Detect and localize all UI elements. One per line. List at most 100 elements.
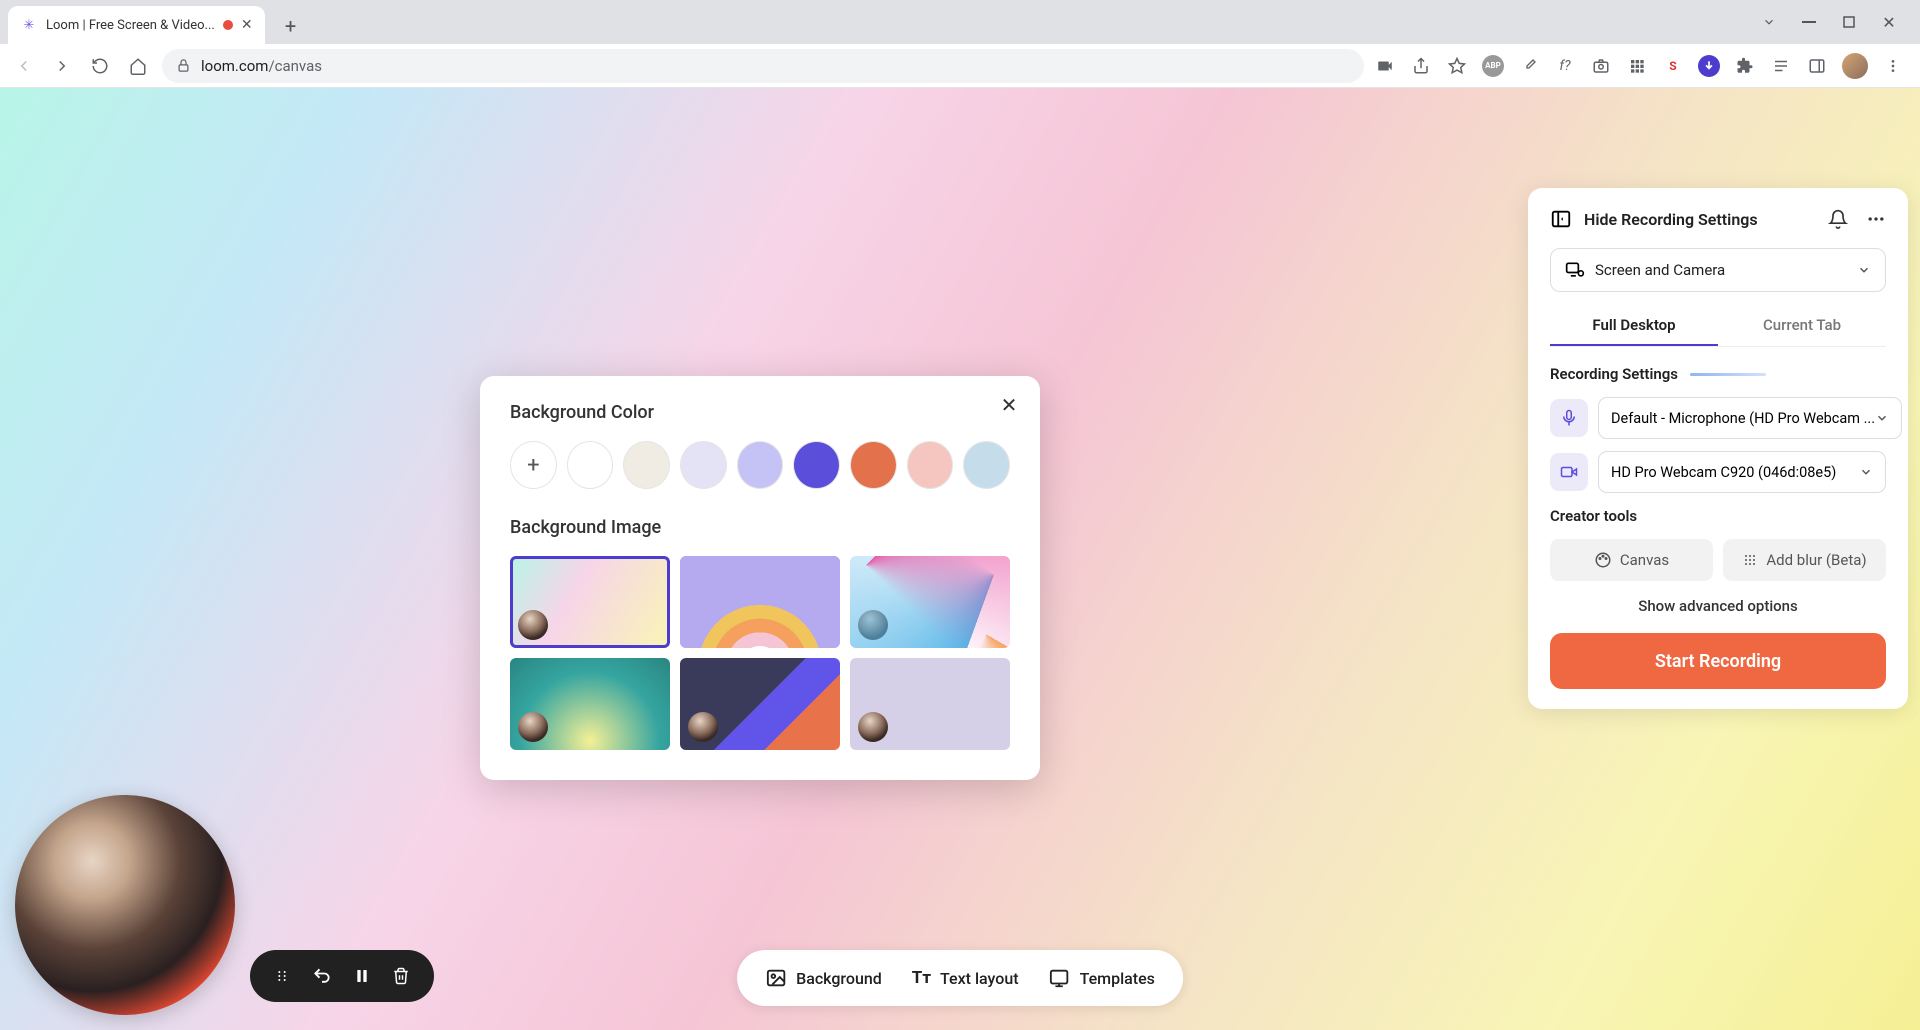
panel-title: Hide Recording Settings xyxy=(1584,210,1758,229)
sidepanel-icon[interactable] xyxy=(1806,55,1828,77)
recording-settings-heading: Recording Settings xyxy=(1550,365,1886,383)
url-input[interactable]: loom.com/canvas xyxy=(162,49,1364,83)
chevron-down-icon xyxy=(1875,411,1889,425)
bg-image-tile[interactable] xyxy=(680,556,840,648)
nav-forward-button[interactable] xyxy=(48,52,76,80)
text-layout-label: Text layout xyxy=(940,969,1019,988)
bg-image-tile[interactable] xyxy=(850,658,1010,750)
window-maximize-icon[interactable] xyxy=(1840,13,1858,31)
bg-image-tile[interactable] xyxy=(850,556,1010,648)
add-color-button[interactable]: + xyxy=(510,441,557,489)
color-swatch[interactable] xyxy=(680,441,727,489)
undo-icon[interactable] xyxy=(312,966,332,986)
chevron-down-icon xyxy=(1857,263,1871,277)
tab-close-icon[interactable]: ✕ xyxy=(241,17,253,33)
chevron-down-icon xyxy=(1859,465,1873,479)
avatar-icon xyxy=(518,610,548,640)
bg-color-heading: Background Color xyxy=(510,402,1010,423)
bell-icon[interactable] xyxy=(1828,209,1848,229)
nav-back-button[interactable] xyxy=(10,52,38,80)
trash-icon[interactable] xyxy=(392,966,410,986)
apps-grid-icon[interactable] xyxy=(1626,55,1648,77)
download-icon[interactable] xyxy=(1698,55,1720,77)
bg-image-tile[interactable] xyxy=(680,658,840,750)
nav-home-button[interactable] xyxy=(124,52,152,80)
blur-icon xyxy=(1742,552,1758,568)
recording-dot-icon xyxy=(223,20,233,30)
browser-tab[interactable]: ✳ Loom | Free Screen & Video... ✕ xyxy=(8,6,265,44)
capture-tabs: Full Desktop Current Tab xyxy=(1550,306,1886,347)
camera-device-icon[interactable] xyxy=(1550,453,1588,491)
more-icon[interactable] xyxy=(1866,209,1886,229)
background-popup: ✕ Background Color + Background Image xyxy=(480,376,1040,780)
color-swatch[interactable] xyxy=(737,441,784,489)
templates-label: Templates xyxy=(1080,969,1155,988)
window-minimize-icon[interactable] xyxy=(1800,13,1818,31)
lock-icon xyxy=(176,58,191,73)
avatar-icon xyxy=(858,712,888,742)
background-tab[interactable]: Background xyxy=(765,967,882,989)
drag-handle-icon[interactable] xyxy=(274,968,290,984)
profile-avatar[interactable] xyxy=(1842,53,1868,79)
window-close-icon[interactable]: ✕ xyxy=(1880,13,1898,31)
nav-reload-button[interactable] xyxy=(86,52,114,80)
canvas-toolbar: Background Tт Text layout Templates xyxy=(737,950,1183,1006)
microphone-select[interactable]: Default - Microphone (HD Pro Webcam ... xyxy=(1598,397,1902,439)
tab-current-tab[interactable]: Current Tab xyxy=(1718,306,1886,346)
templates-icon xyxy=(1049,967,1071,989)
palette-icon xyxy=(1594,551,1612,569)
adblock-icon[interactable]: ABP xyxy=(1482,55,1504,77)
color-swatch[interactable] xyxy=(907,441,954,489)
chrome-menu-icon[interactable] xyxy=(1882,55,1904,77)
eyedropper-icon[interactable] xyxy=(1518,55,1540,77)
url-host: loom.com xyxy=(201,57,268,75)
canvas-tool-button[interactable]: Canvas xyxy=(1550,539,1713,581)
background-label: Background xyxy=(796,969,882,988)
puzzle-icon[interactable] xyxy=(1734,55,1756,77)
creator-tools-heading: Creator tools xyxy=(1550,507,1886,525)
address-bar: loom.com/canvas ABP f? S xyxy=(0,44,1920,88)
tab-title: Loom | Free Screen & Video... xyxy=(46,18,215,33)
avatar-icon xyxy=(688,610,718,640)
blur-btn-label: Add blur (Beta) xyxy=(1766,551,1866,569)
mic-label: Default - Microphone (HD Pro Webcam ... xyxy=(1611,410,1875,427)
bg-image-tile[interactable] xyxy=(510,658,670,750)
text-layout-tab[interactable]: Tт Text layout xyxy=(912,968,1019,988)
popup-close-button[interactable]: ✕ xyxy=(995,391,1023,419)
source-select[interactable]: Screen and Camera xyxy=(1550,248,1886,292)
whatfont-icon[interactable]: f? xyxy=(1554,55,1576,77)
color-swatch[interactable] xyxy=(963,441,1010,489)
bg-image-grid xyxy=(510,556,1010,750)
loom-favicon-icon: ✳ xyxy=(20,16,38,34)
color-swatch[interactable] xyxy=(567,441,614,489)
bg-image-heading: Background Image xyxy=(510,517,1010,538)
extension-s-icon[interactable]: S xyxy=(1662,55,1684,77)
window-controls: ✕ xyxy=(1760,0,1920,44)
reading-list-icon[interactable] xyxy=(1770,55,1792,77)
star-icon[interactable] xyxy=(1446,55,1468,77)
color-swatch[interactable] xyxy=(623,441,670,489)
panel-collapse-icon[interactable] xyxy=(1550,208,1572,230)
new-tab-button[interactable]: + xyxy=(275,10,307,42)
canvas-background: Background Tт Text layout Templates ✕ Ba… xyxy=(0,88,1920,1030)
pause-icon[interactable] xyxy=(354,967,370,985)
bg-image-tile[interactable] xyxy=(510,556,670,648)
avatar-icon xyxy=(518,712,548,742)
share-icon[interactable] xyxy=(1410,55,1432,77)
templates-tab[interactable]: Templates xyxy=(1049,967,1155,989)
start-recording-button[interactable]: Start Recording xyxy=(1550,633,1886,689)
camera-icon[interactable] xyxy=(1374,55,1396,77)
blur-tool-button[interactable]: Add blur (Beta) xyxy=(1723,539,1886,581)
webcam-bubble[interactable] xyxy=(15,795,235,1015)
screenshot-icon[interactable] xyxy=(1590,55,1612,77)
camera-select[interactable]: HD Pro Webcam C920 (046d:08e5) xyxy=(1598,451,1886,493)
microphone-icon[interactable] xyxy=(1550,399,1588,437)
chevron-down-icon[interactable] xyxy=(1760,13,1778,31)
color-swatch[interactable] xyxy=(850,441,897,489)
url-path: /canvas xyxy=(268,57,322,75)
cam-label: HD Pro Webcam C920 (046d:08e5) xyxy=(1611,464,1859,481)
source-label: Screen and Camera xyxy=(1595,261,1847,279)
advanced-options-link[interactable]: Show advanced options xyxy=(1550,597,1886,615)
color-swatch[interactable] xyxy=(793,441,840,489)
tab-full-desktop[interactable]: Full Desktop xyxy=(1550,306,1718,346)
